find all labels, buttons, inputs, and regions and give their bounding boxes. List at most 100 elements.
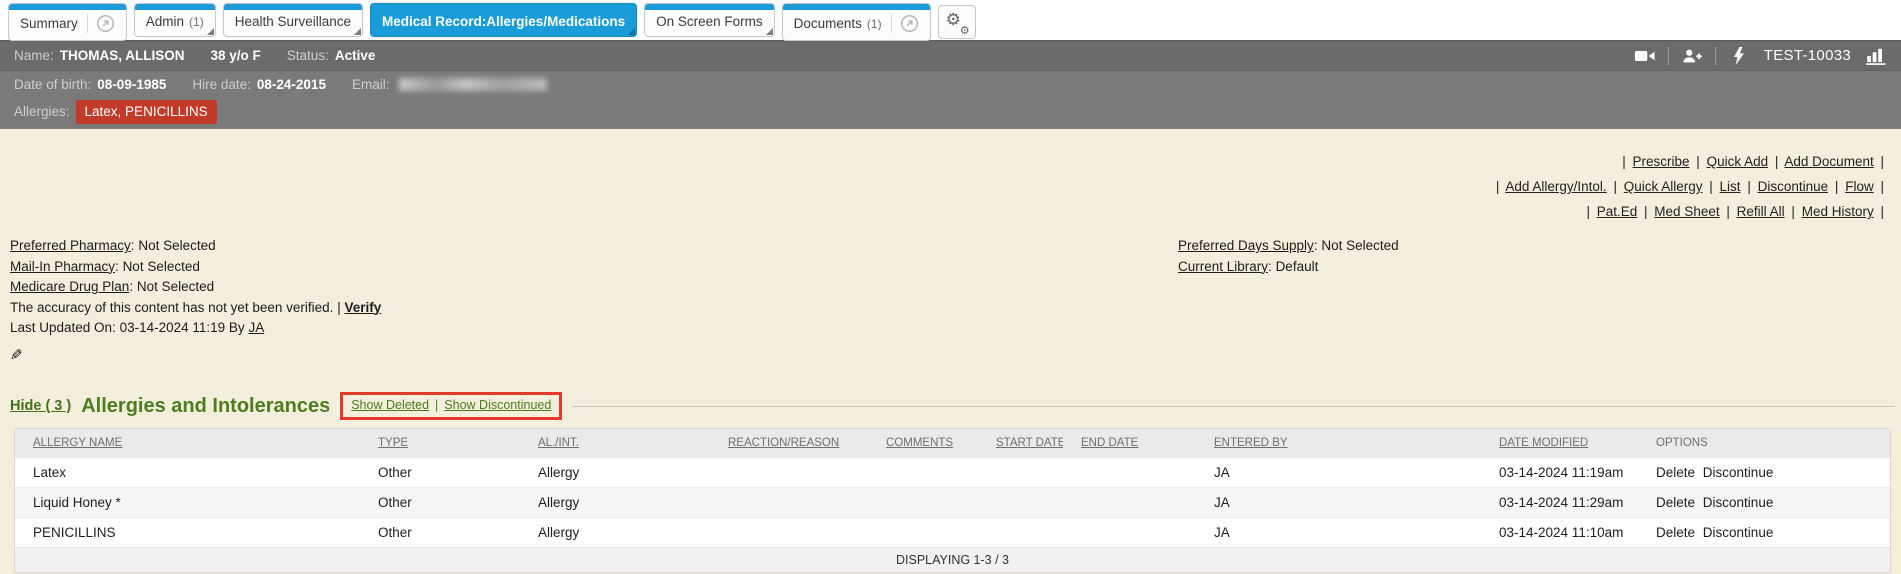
col-header-options: OPTIONS xyxy=(1638,437,1890,449)
patient-name: THOMAS, ALLISON xyxy=(60,48,185,63)
cell-options: Delete Discontinue xyxy=(1638,525,1890,540)
hire-date-value: 08-24-2015 xyxy=(257,77,326,92)
mail-in-pharmacy-link[interactable]: Mail-In Pharmacy xyxy=(10,259,115,274)
cell-entered-by: JA xyxy=(1196,465,1481,480)
col-header-allergy-name[interactable]: ALLERGY NAME xyxy=(15,437,360,449)
separator: | xyxy=(1747,179,1751,194)
table-row-penicillins[interactable]: PENICILLINS Other Allergy JA 03-14-2024 … xyxy=(15,517,1890,547)
discontinue-action[interactable]: Discontinue xyxy=(1703,525,1774,540)
video-camera-icon[interactable] xyxy=(1634,47,1656,65)
table-row-liquid-honey[interactable]: Liquid Honey * Other Allergy JA 03-14-20… xyxy=(15,487,1890,517)
preferred-pharmacy-row: Preferred Pharmacy: Not Selected xyxy=(10,236,1901,257)
mail-in-pharmacy-value: Not Selected xyxy=(123,259,200,274)
preferred-days-supply-link[interactable]: Preferred Days Supply xyxy=(1178,238,1314,253)
tab-documents[interactable]: Documents (1) xyxy=(782,3,931,41)
tab-summary[interactable]: Summary xyxy=(8,3,127,41)
show-deleted-link[interactable]: Show Deleted xyxy=(351,398,429,412)
col-header-entered-by[interactable]: ENTERED BY xyxy=(1196,437,1481,449)
name-label: Name: xyxy=(14,48,54,63)
separator: | xyxy=(1880,179,1884,194)
col-header-end-date[interactable]: END DATE xyxy=(1063,437,1196,449)
last-updated-row: Last Updated On: 03-14-2024 11:19 By JA xyxy=(10,318,1901,339)
preferred-pharmacy-value: Not Selected xyxy=(138,238,215,253)
edit-pencil-icon[interactable]: ✎ xyxy=(10,346,23,367)
show-discontinued-link[interactable]: Show Discontinued xyxy=(444,398,551,412)
supply-info-column: Preferred Days Supply: Not Selected Curr… xyxy=(1178,236,1399,277)
separator: | xyxy=(1496,179,1500,194)
table-header-row: ALLERGY NAME TYPE AL./INT. REACTION/REAS… xyxy=(15,429,1890,457)
refill-all-link[interactable]: Refill All xyxy=(1737,204,1785,219)
cell-options: Delete Discontinue xyxy=(1638,465,1890,480)
table-row-latex[interactable]: Latex Other Allergy JA 03-14-2024 11:19a… xyxy=(15,457,1890,487)
tab-documents-label: Documents xyxy=(794,16,862,31)
preferred-pharmacy-link[interactable]: Preferred Pharmacy xyxy=(10,238,131,253)
dob-value: 08-09-1985 xyxy=(97,77,166,92)
section-title: Allergies and Intolerances xyxy=(81,395,330,418)
quick-add-link[interactable]: Quick Add xyxy=(1707,154,1769,169)
settings-button[interactable]: ⚙ ⚙ xyxy=(938,5,976,39)
current-library-row: Current Library: Default xyxy=(1178,257,1399,278)
accuracy-row: The accuracy of this content has not yet… xyxy=(10,298,1901,319)
medicare-drug-plan-row: Medicare Drug Plan: Not Selected xyxy=(10,277,1901,298)
col-header-reaction-reason[interactable]: REACTION/REASON xyxy=(710,437,868,449)
discontinue-action[interactable]: Discontinue xyxy=(1703,465,1774,480)
allergy-badge[interactable]: Latex, PENICILLINS xyxy=(76,100,217,124)
cell-al-int: Allergy xyxy=(520,465,710,480)
col-header-date-modified[interactable]: DATE MODIFIED xyxy=(1481,437,1638,449)
cell-type: Other xyxy=(360,465,520,480)
delete-action[interactable]: Delete xyxy=(1656,495,1695,510)
prescribe-link[interactable]: Prescribe xyxy=(1632,154,1689,169)
col-header-start-date[interactable]: START DATE xyxy=(978,437,1063,449)
cell-options: Delete Discontinue xyxy=(1638,495,1890,510)
documents-open-button[interactable] xyxy=(891,14,919,33)
hire-date-label: Hire date: xyxy=(192,77,251,92)
delete-action[interactable]: Delete xyxy=(1656,525,1695,540)
summary-open-button[interactable] xyxy=(87,14,115,33)
discontinue-action[interactable]: Discontinue xyxy=(1703,495,1774,510)
colon: : xyxy=(115,259,119,274)
separator: | xyxy=(1613,179,1617,194)
tab-health-surveillance[interactable]: Health Surveillance xyxy=(223,3,363,37)
add-document-link[interactable]: Add Document xyxy=(1784,154,1873,169)
med-sheet-link[interactable]: Med Sheet xyxy=(1654,204,1719,219)
banner-row-details: Date of birth: 08-09-1985 Hire date: 08-… xyxy=(0,71,1901,98)
med-history-link[interactable]: Med History xyxy=(1802,204,1874,219)
allergies-table: ALLERGY NAME TYPE AL./INT. REACTION/REAS… xyxy=(14,428,1891,573)
list-link[interactable]: List xyxy=(1720,179,1741,194)
hide-count-link[interactable]: Hide ( 3 ) xyxy=(10,398,71,414)
verify-link[interactable]: Verify xyxy=(344,300,381,315)
delete-action[interactable]: Delete xyxy=(1656,465,1695,480)
dob-label: Date of birth: xyxy=(14,77,91,92)
divider xyxy=(572,406,1895,407)
discontinue-link[interactable]: Discontinue xyxy=(1758,179,1829,194)
lightning-bolt-icon[interactable] xyxy=(1728,47,1750,65)
banner-row-allergies: Allergies: Latex, PENICILLINS xyxy=(0,98,1901,129)
flow-link[interactable]: Flow xyxy=(1845,179,1874,194)
last-updated-by-link[interactable]: JA xyxy=(248,320,264,335)
add-person-icon[interactable] xyxy=(1681,47,1703,65)
pat-ed-link[interactable]: Pat.Ed xyxy=(1597,204,1638,219)
current-library-link[interactable]: Current Library xyxy=(1178,259,1268,274)
separator: | xyxy=(1835,179,1839,194)
col-header-type[interactable]: TYPE xyxy=(360,437,520,449)
last-updated-text: Last Updated On: 03-14-2024 11:19 By xyxy=(10,320,245,335)
cell-entered-by: JA xyxy=(1196,495,1481,510)
tab-medical-record-allergies-medications[interactable]: Medical Record:Allergies/Medications xyxy=(370,3,637,37)
separator: | xyxy=(337,300,341,315)
col-header-comments[interactable]: COMMENTS xyxy=(868,437,978,449)
separator xyxy=(1668,47,1669,65)
separator xyxy=(1715,47,1716,65)
cell-date-modified: 03-14-2024 11:19am xyxy=(1481,465,1638,480)
email-value-redacted xyxy=(399,78,547,91)
bar-chart-icon[interactable] xyxy=(1865,47,1887,65)
col-header-al-int[interactable]: AL./INT. xyxy=(520,437,710,449)
tab-on-screen-forms[interactable]: On Screen Forms xyxy=(644,3,775,37)
quick-allergy-link[interactable]: Quick Allergy xyxy=(1624,179,1703,194)
medicare-drug-plan-link[interactable]: Medicare Drug Plan xyxy=(10,279,129,294)
cell-type: Other xyxy=(360,495,520,510)
separator: | xyxy=(1880,154,1884,169)
cell-allergy-name: Latex xyxy=(15,465,360,480)
table-paging-status: DISPLAYING 1-3 / 3 xyxy=(15,547,1890,572)
tab-admin[interactable]: Admin (1) xyxy=(134,3,216,37)
add-allergy-intol-link[interactable]: Add Allergy/Intol. xyxy=(1505,179,1606,194)
